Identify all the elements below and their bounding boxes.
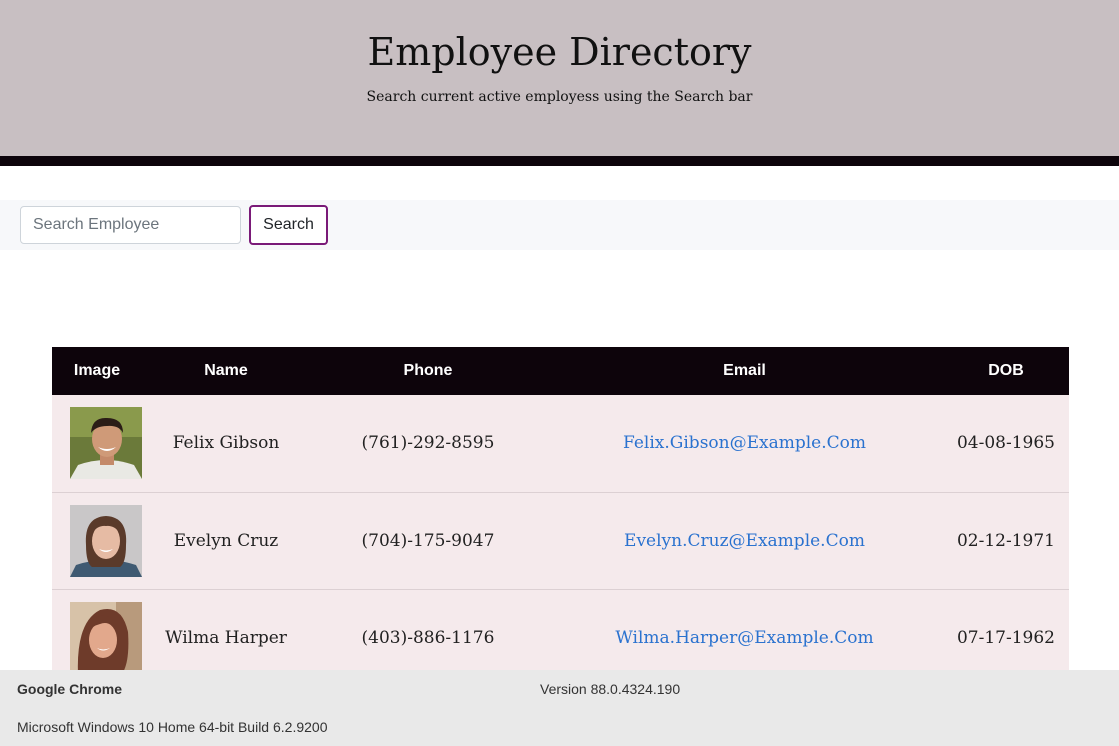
page-subtitle: Search current active employess using th… bbox=[366, 89, 753, 105]
search-button[interactable]: Search bbox=[249, 205, 328, 245]
browser-info-footer: Google Chrome Version 88.0.4324.190 Micr… bbox=[0, 670, 1119, 746]
employee-email-link[interactable]: Felix.Gibson@Example.Com bbox=[623, 433, 866, 453]
employee-email-link[interactable]: Evelyn.Cruz@Example.Com bbox=[624, 531, 865, 551]
column-header-phone[interactable]: Phone bbox=[310, 347, 546, 395]
table-header-row: Image Name Phone Email DOB bbox=[52, 347, 1069, 395]
page-title: Employee Directory bbox=[367, 30, 752, 74]
column-header-dob[interactable]: DOB bbox=[943, 347, 1069, 395]
column-header-email[interactable]: Email bbox=[546, 347, 943, 395]
browser-name: Google Chrome bbox=[17, 681, 123, 697]
os-info: Microsoft Windows 10 Home 64-bit Build 6… bbox=[17, 719, 328, 735]
employee-photo bbox=[70, 601, 142, 674]
page-header: Employee Directory Search current active… bbox=[0, 0, 1119, 156]
employee-table: Image Name Phone Email DOB Felix Gibson … bbox=[52, 347, 1069, 687]
employee-name: Felix Gibson bbox=[172, 433, 280, 454]
employee-photo bbox=[70, 504, 142, 577]
employee-dob: 02-12-1971 bbox=[956, 530, 1055, 551]
email-cell: Evelyn.Cruz@Example.Com bbox=[546, 492, 943, 589]
image-cell bbox=[52, 395, 142, 492]
image-cell bbox=[52, 492, 142, 589]
search-bar: Search bbox=[0, 200, 1119, 250]
table-row: Felix Gibson (761)-292-8595 Felix.Gibson… bbox=[52, 395, 1069, 492]
search-input[interactable] bbox=[20, 206, 241, 244]
employee-email-link[interactable]: Wilma.Harper@Example.Com bbox=[615, 628, 873, 648]
header-divider bbox=[0, 156, 1119, 166]
email-cell: Felix.Gibson@Example.Com bbox=[546, 395, 943, 492]
employee-phone: (761)-292-8595 bbox=[361, 433, 495, 454]
employee-dob: 04-08-1965 bbox=[956, 433, 1055, 454]
employee-table-container: Image Name Phone Email DOB Felix Gibson … bbox=[52, 347, 1069, 687]
table-row: Evelyn Cruz (704)-175-9047 Evelyn.Cruz@E… bbox=[52, 492, 1069, 589]
column-header-image[interactable]: Image bbox=[52, 347, 142, 395]
employee-photo bbox=[70, 407, 142, 480]
browser-version: Version 88.0.4324.190 bbox=[540, 681, 681, 697]
employee-phone: (704)-175-9047 bbox=[361, 530, 495, 551]
column-header-name[interactable]: Name bbox=[142, 347, 310, 395]
employee-name: Evelyn Cruz bbox=[173, 530, 279, 551]
